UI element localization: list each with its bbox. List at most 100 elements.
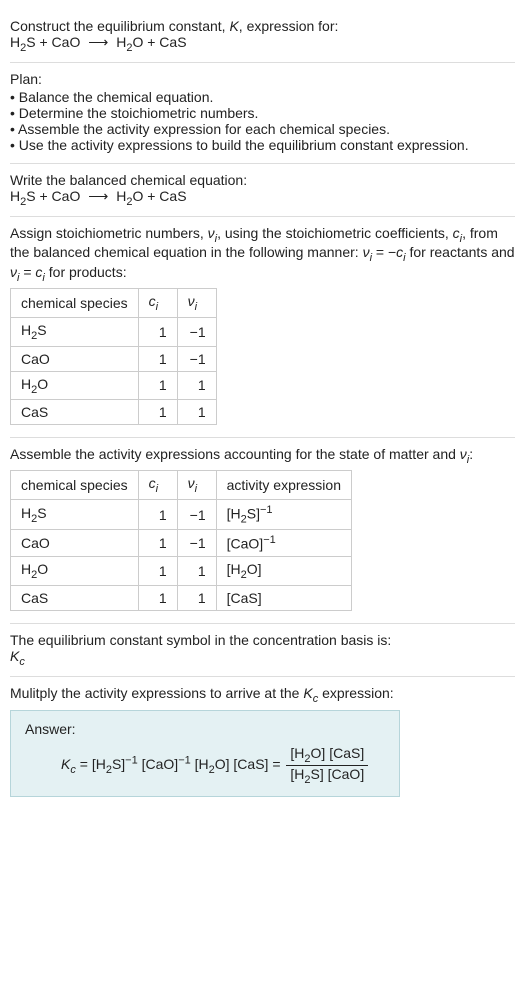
balanced-section: Write the balanced chemical equation: H2… (10, 164, 515, 217)
table-row: CaO 1 −1 (11, 346, 217, 371)
eq-part: O + CaS (132, 34, 186, 50)
balanced-equation: H2S + CaO ⟶ H2O + CaS (10, 188, 515, 208)
text: H (21, 505, 31, 521)
species-cell: CaS (11, 400, 139, 425)
multiply-section: Mulitply the activity expressions to arr… (10, 677, 515, 805)
nu-cell: −1 (177, 317, 216, 346)
table-header-row: chemical species ci νi activity expressi… (11, 471, 352, 500)
text: O] (247, 561, 262, 577)
text: H (21, 561, 31, 577)
text: [CaO] (142, 756, 179, 772)
sub-c: c (19, 656, 25, 668)
intro-text: Construct the equilibrium constant, (10, 18, 229, 34)
col-nu: νi (177, 288, 216, 317)
table-row: H2S 1 −1 (11, 317, 217, 346)
text: CaO (21, 535, 50, 551)
sub-i: i (156, 483, 158, 495)
c-symbol: c (453, 225, 460, 241)
text: CaS (21, 404, 48, 420)
text: [CaS] (233, 756, 268, 772)
assign-section: Assign stoichiometric numbers, νi, using… (10, 217, 515, 439)
col-c: ci (138, 471, 177, 500)
nu-symbol: ν (10, 264, 17, 280)
text: for reactants and (406, 244, 515, 260)
col-species: chemical species (11, 471, 139, 500)
kc-symbol: Kc (10, 648, 515, 668)
text: O] (215, 756, 230, 772)
species-cell: H2S (11, 499, 139, 529)
text: [H (92, 756, 106, 772)
text: : (469, 446, 473, 462)
sup: −1 (260, 504, 273, 516)
col-activity: activity expression (216, 471, 351, 500)
table-row: CaO 1 −1 [CaO]−1 (11, 530, 352, 557)
eq-part: H (10, 188, 20, 204)
intro-text-2: , expression for: (239, 18, 339, 34)
col-species: chemical species (11, 288, 139, 317)
text: [CaS] (227, 590, 262, 606)
assemble-section: Assemble the activity expressions accoun… (10, 438, 515, 624)
text: = (76, 756, 92, 772)
k-symbol: K (10, 648, 19, 664)
text: = − (372, 244, 396, 260)
activity-cell: [H2S]−1 (216, 499, 351, 529)
text: [H (227, 561, 241, 577)
text: Assign stoichiometric numbers, (10, 225, 208, 241)
text: S] [CaO] (311, 766, 365, 782)
species-cell: CaO (11, 530, 139, 557)
species-cell: H2O (11, 371, 139, 400)
c-cell: 1 (138, 317, 177, 346)
intro-line1: Construct the equilibrium constant, K, e… (10, 18, 515, 34)
species-cell: H2O (11, 557, 139, 586)
nu-cell: 1 (177, 400, 216, 425)
eq-part: H (116, 188, 126, 204)
nu-cell: 1 (177, 371, 216, 400)
sup: −1 (178, 755, 191, 767)
c-cell: 1 (138, 585, 177, 610)
table-header-row: chemical species ci νi (11, 288, 217, 317)
stoich-table: chemical species ci νi H2S 1 −1 CaO 1 −1… (10, 288, 217, 425)
eq-part: S + CaO (26, 34, 80, 50)
c-cell: 1 (138, 557, 177, 586)
eq-part: H (10, 34, 20, 50)
plan-item: Use the activity expressions to build th… (10, 137, 515, 153)
answer-label: Answer: (25, 721, 385, 737)
text: = (19, 264, 35, 280)
text: O (37, 561, 48, 577)
eq-part: O + CaS (132, 188, 186, 204)
text: for products: (45, 264, 127, 280)
nu-cell: −1 (177, 346, 216, 371)
nu-symbol: ν (188, 293, 195, 309)
fraction-numerator: [H2O] [CaS] (286, 745, 368, 766)
sub-i: i (156, 301, 158, 313)
plan-list: Balance the chemical equation. Determine… (10, 89, 515, 153)
c-cell: 1 (138, 346, 177, 371)
text: [H (227, 506, 241, 522)
k-symbol: K (229, 18, 238, 34)
sub-i: i (195, 301, 197, 313)
intro-equation: H2S + CaO ⟶ H2O + CaS (10, 34, 515, 54)
sup: −1 (125, 755, 138, 767)
answer-box: Answer: Kc = [H2S]−1 [CaO]−1 [H2O] [CaS]… (10, 710, 400, 797)
activity-cell: [H2O] (216, 557, 351, 586)
reaction-arrow-icon: ⟶ (88, 188, 108, 205)
text: S] (112, 756, 125, 772)
text: H (21, 322, 31, 338)
nu-cell: −1 (177, 499, 216, 529)
nu-cell: 1 (177, 585, 216, 610)
c-cell: 1 (138, 530, 177, 557)
plan-section: Plan: Balance the chemical equation. Det… (10, 63, 515, 164)
text: [H (195, 756, 209, 772)
text: [H (290, 745, 304, 761)
eq-part: H (116, 34, 126, 50)
species-cell: CaO (11, 346, 139, 371)
fraction-denominator: [H2S] [CaO] (286, 766, 368, 786)
text: CaO (21, 351, 50, 367)
k-symbol: K (303, 685, 312, 701)
text: H (21, 376, 31, 392)
eq-part: S + CaO (26, 188, 80, 204)
nu-symbol: ν (208, 225, 215, 241)
nu-symbol: ν (363, 244, 370, 260)
nu-cell: 1 (177, 557, 216, 586)
nu-symbol: ν (460, 446, 467, 462)
